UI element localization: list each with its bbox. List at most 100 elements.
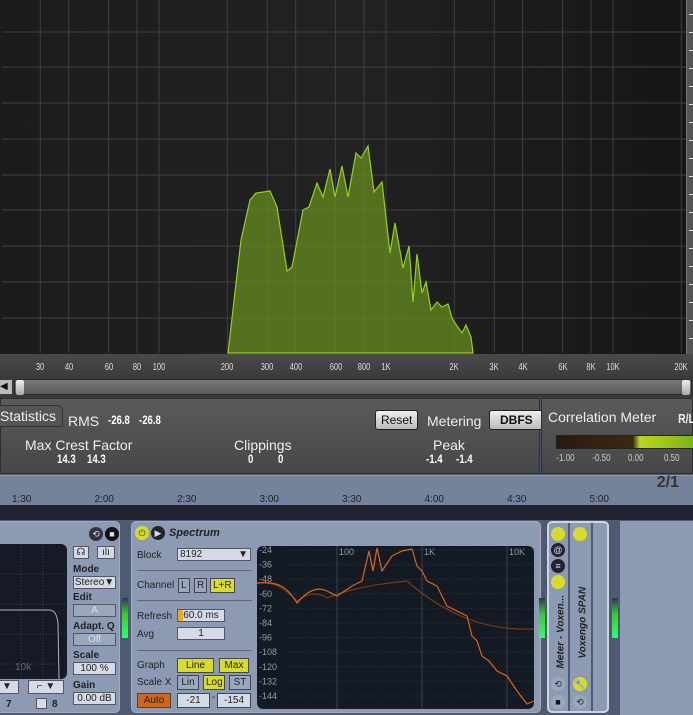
arrangement-timeline[interactable]: 2/1 1:30 2:00 2:30 3:00 3:30 4:00 4:30 5:00 (0, 474, 693, 505)
freq-label: 10K (606, 362, 620, 373)
chain-save-icon[interactable]: ■ (551, 695, 565, 709)
level-meter-2 (539, 598, 545, 638)
rms-right: -26.8 (139, 413, 161, 427)
graph-max-button[interactable]: Max (219, 658, 249, 673)
range-low-field[interactable]: -21 (177, 693, 210, 708)
chain-power-icon[interactable] (551, 527, 565, 541)
spectrum-analyzer-plot (0, 0, 693, 356)
eq-freq-label: 10k (15, 662, 32, 673)
level-meter (122, 598, 128, 638)
freq-label: 30 (36, 362, 45, 373)
band8-type-select[interactable]: ⌐ ▼ (28, 680, 64, 694)
timeline-mark: 3:00 (259, 494, 279, 505)
tab-correlation-meter[interactable]: Correlation Meter (548, 409, 656, 425)
scroll-track[interactable] (14, 379, 692, 395)
save-icon[interactable]: ■ (105, 527, 119, 541)
timeline-mark: 2:00 (94, 494, 114, 505)
channel-r-button[interactable]: R (194, 578, 208, 593)
range-high-field[interactable]: -154 (217, 693, 251, 708)
channel-label: Channel (137, 580, 175, 591)
gain-field[interactable]: 0.00 dB (73, 692, 116, 705)
peak-right: -1.4 (456, 452, 473, 466)
edit-button[interactable]: A (73, 604, 116, 617)
analyzer-toggle-icon[interactable]: ılı (97, 546, 115, 559)
mini-y-label: -120 (259, 662, 277, 672)
mini-y-label: -144 (259, 691, 277, 701)
channel-l-button[interactable]: L (178, 578, 190, 593)
peak-label: Peak (433, 437, 465, 453)
crest-label: Max Crest Factor (25, 437, 133, 453)
eq-curve (0, 544, 67, 680)
level-scale-strip (686, 0, 693, 356)
corr-tick-label: 0.50 (663, 453, 680, 464)
scalex-label: Scale X (137, 677, 172, 688)
avg-label: Avg (137, 629, 155, 640)
mini-y-label: -108 (259, 647, 277, 657)
corr-tick-label: -0.50 (592, 453, 611, 464)
corr-tick-label: -1.00 (556, 453, 575, 464)
mode-select[interactable]: Stereo▼ (73, 576, 116, 589)
mini-y-label: -132 (259, 676, 277, 686)
mini-x-label: 100 (339, 547, 354, 557)
timeline-mark: 2:30 (177, 494, 197, 505)
eq-graph: 10k (0, 544, 67, 680)
freq-label: 20K (674, 362, 689, 373)
time-signature[interactable]: 2/1 (657, 474, 679, 492)
band8-checkbox[interactable] (36, 698, 47, 709)
scale-lin-button[interactable]: Lin (177, 675, 199, 690)
timeline-mark: 3:30 (342, 494, 362, 505)
headphone-icon[interactable]: ☊ (73, 546, 89, 559)
span-hotswap-icon[interactable]: ⟲ (573, 695, 587, 709)
mode-label: Mode (73, 564, 100, 575)
adaptq-button[interactable]: Off (73, 633, 116, 646)
auto-button[interactable]: Auto (137, 693, 171, 708)
scroll-handle-left[interactable] (16, 380, 24, 395)
mode-value: Stereo (74, 577, 105, 588)
gain-label: Gain (73, 680, 96, 691)
freq-label: 300 (261, 362, 274, 373)
empty-device-area (620, 521, 693, 715)
scroll-handle-right[interactable] (682, 380, 690, 395)
freq-label: 6K (558, 362, 568, 373)
chain-macro-icon[interactable]: @ (551, 543, 565, 557)
block-select[interactable]: 8192 ▼ (177, 548, 251, 561)
meter-rack-title: Meter - Voxen... (555, 594, 567, 669)
scale-st-button[interactable]: ST (229, 675, 251, 690)
chain-hotswap-icon[interactable]: ⟲ (551, 677, 565, 691)
timeline-mark: 5:00 (589, 494, 609, 505)
edit-label: Edit (73, 592, 92, 603)
device-header-bar (0, 505, 693, 520)
tab-statistics[interactable]: Statistics (0, 405, 64, 427)
band7-type-select[interactable]: ▼ (0, 680, 19, 694)
correlation-bar (556, 435, 693, 449)
channel-lr-button[interactable]: L+R (210, 578, 235, 593)
reset-button[interactable]: Reset (375, 410, 419, 430)
rl-button[interactable]: R/L (678, 411, 693, 426)
metering-label: Metering (427, 413, 482, 429)
chain-list-icon[interactable]: ≡ (551, 559, 565, 573)
mini-y-label: -72 (259, 603, 272, 613)
freq-label: 8K (586, 362, 596, 373)
spectrum-graph (2, 0, 686, 354)
max-curve (257, 580, 534, 630)
chain-toggle-icon[interactable] (551, 575, 565, 589)
clippings-label: Clippings (234, 437, 292, 453)
scale-label: Scale (73, 650, 100, 661)
wrench-icon[interactable]: 🔧 (573, 677, 587, 691)
play-icon[interactable]: ▶ (151, 526, 165, 540)
freq-label: 1K (381, 362, 391, 373)
span-device-title: Voxengo SPAN (577, 586, 589, 659)
scroll-left-icon[interactable]: ◀ (0, 380, 12, 394)
horizontal-scrollbar[interactable]: ◀ (0, 376, 693, 398)
scale-log-button[interactable]: Log (203, 675, 225, 690)
scale-field[interactable]: 100 % (73, 662, 116, 675)
power-icon[interactable]: ⏻ (135, 526, 149, 540)
freq-label: 3K (489, 362, 499, 373)
span-power-icon[interactable] (573, 527, 587, 541)
refresh-slider[interactable]: 60.0 ms (177, 609, 225, 622)
graph-line-button[interactable]: Line (177, 658, 214, 673)
freq-label: 200 (221, 362, 234, 373)
metering-dbfs-button[interactable]: DBFS (489, 410, 544, 430)
avg-field[interactable]: 1 (177, 627, 225, 640)
hot-swap-icon[interactable]: ⟲ (89, 527, 103, 541)
